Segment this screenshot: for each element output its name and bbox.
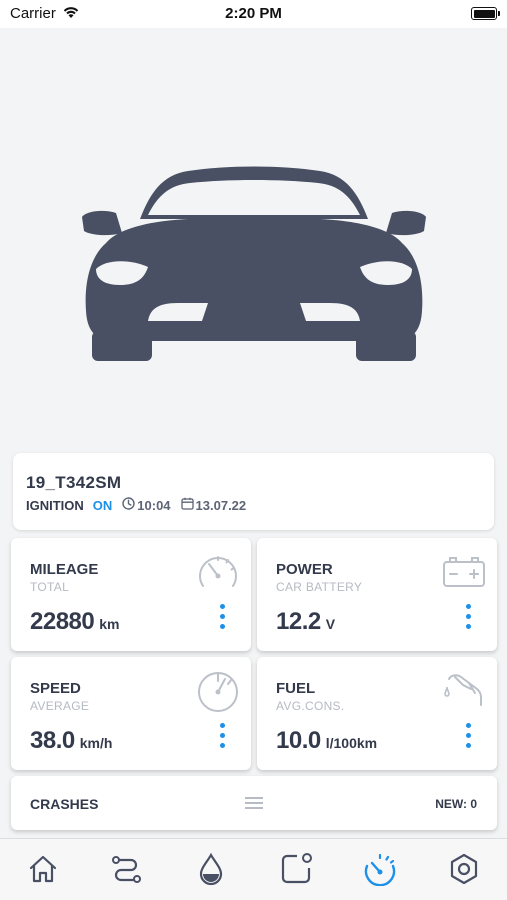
power-card[interactable]: POWER CAR BATTERY 12.2 V [257, 538, 497, 651]
vehicle-meta-row: IGNITION ON 10:04 13.07.22 [26, 497, 246, 513]
clock-time: 2:20 PM [225, 5, 282, 22]
tab-routes[interactable] [108, 851, 144, 887]
ignition-label: IGNITION [26, 497, 84, 513]
fuel-subtitle: AVG.CONS. [276, 699, 345, 713]
power-more-button[interactable] [465, 604, 471, 634]
speed-title: SPEED [30, 680, 81, 697]
speed-value: 38.0 [30, 727, 75, 754]
mileage-more-button[interactable] [219, 604, 225, 634]
settings-hexagon-icon [450, 853, 478, 885]
mileage-value-row: 22880 km [30, 608, 119, 636]
fuel-nozzle-icon [441, 669, 487, 714]
speed-value-row: 38.0 km/h [30, 727, 112, 755]
license-plate: 19_T342SM [26, 473, 122, 492]
speed-subtitle: AVERAGE [30, 699, 90, 713]
fuel-more-button[interactable] [465, 723, 471, 753]
notification-icon [281, 853, 312, 884]
battery-icon [471, 7, 500, 20]
mileage-subtitle: TOTAL [30, 580, 70, 594]
odometer-icon [195, 550, 241, 601]
mileage-value: 22880 [30, 608, 95, 635]
power-subtitle: CAR BATTERY [276, 580, 363, 594]
speed-card[interactable]: SPEED AVERAGE 38.0 km/h [11, 657, 251, 770]
car-front-icon [82, 166, 426, 361]
crashes-card[interactable]: CRASHES NEW: 0 [11, 776, 497, 830]
car-illustration-area [0, 28, 507, 448]
power-title: POWER [276, 561, 333, 578]
mileage-title: MILEAGE [30, 561, 99, 578]
car-battery-icon [441, 550, 487, 595]
last-update-date: 13.07.22 [195, 497, 247, 513]
calendar-icon [180, 497, 194, 513]
mileage-card[interactable]: MILEAGE TOTAL 22880 km [11, 538, 251, 651]
tab-settings[interactable] [446, 851, 482, 887]
power-value-row: 12.2 V [276, 608, 335, 636]
tab-home[interactable] [25, 851, 61, 887]
tab-fuel[interactable] [193, 851, 229, 887]
speedometer-icon [195, 669, 241, 720]
last-update-time: 10:04 [137, 497, 171, 513]
fuel-card[interactable]: FUEL AVG.CONS. 10.0 l/100km [257, 657, 497, 770]
crashes-new-count: NEW: 0 [435, 797, 477, 811]
speed-more-button[interactable] [219, 723, 225, 753]
crashes-title: CRASHES [30, 796, 99, 812]
route-icon [112, 856, 141, 883]
dashboard-gauge-icon [364, 853, 396, 886]
fuel-value-row: 10.0 l/100km [276, 727, 377, 755]
power-value: 12.2 [276, 608, 321, 635]
mileage-unit: km [99, 616, 120, 632]
drag-handle-icon[interactable] [245, 797, 263, 812]
fuel-drop-icon [199, 852, 223, 886]
vehicle-info-card[interactable]: 19_T342SM IGNITION ON 10:04 13.07.22 [13, 453, 494, 530]
speed-unit: km/h [79, 735, 113, 751]
tab-dashboard[interactable] [362, 851, 398, 887]
fuel-title: FUEL [276, 680, 316, 697]
status-bar: Carrier 2:20 PM [0, 0, 507, 28]
home-icon [29, 855, 57, 883]
fuel-unit: l/100km [325, 735, 378, 751]
fuel-value: 10.0 [276, 727, 321, 754]
tab-notifications[interactable] [278, 851, 314, 887]
clock-icon [122, 497, 135, 513]
ignition-status: ON [92, 497, 113, 513]
bottom-tab-bar [0, 838, 507, 900]
power-unit: V [325, 616, 336, 632]
